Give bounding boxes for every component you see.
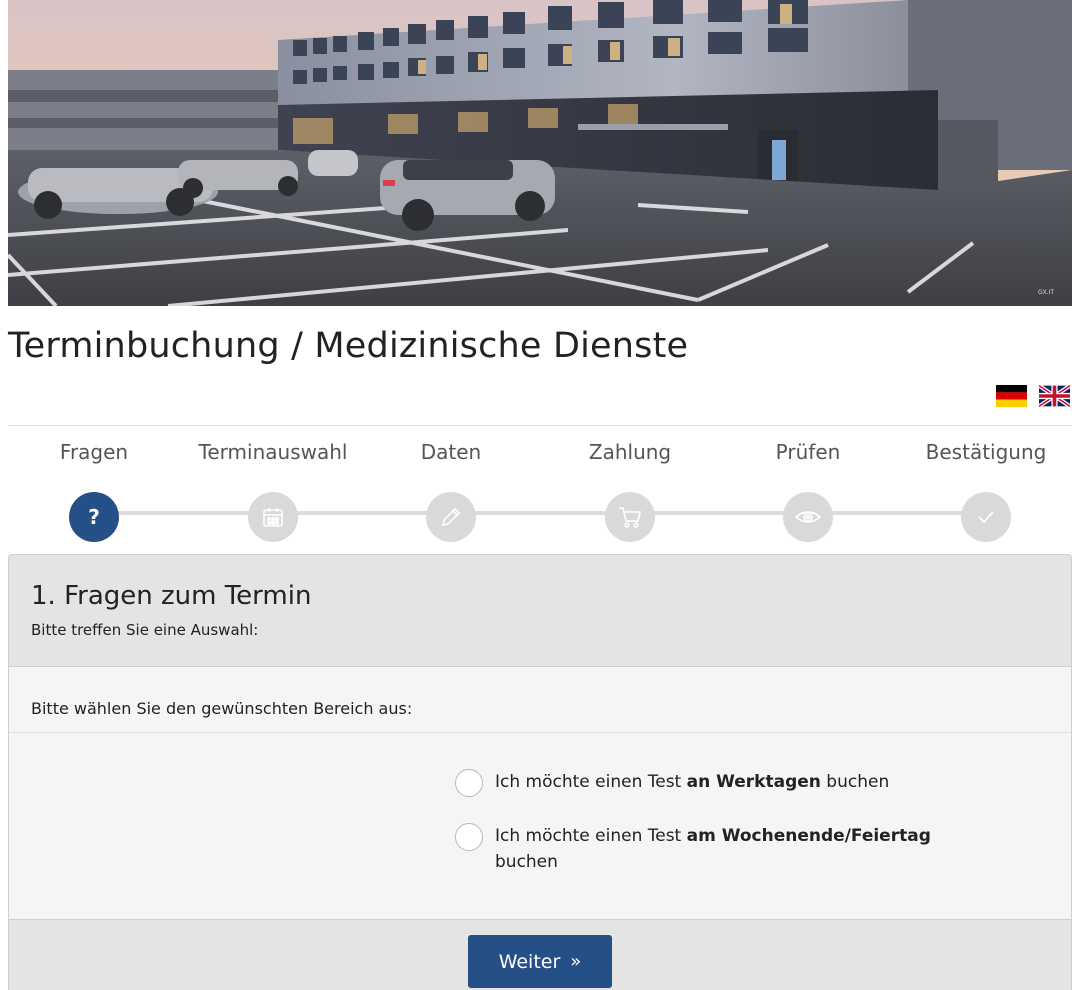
calendar-icon bbox=[248, 492, 298, 542]
step-label: Daten bbox=[420, 440, 482, 464]
next-button[interactable]: Weiter » bbox=[468, 935, 612, 988]
option-label: Ich möchte einen Test am Wochenende/Feie… bbox=[495, 826, 931, 872]
progress-stepper: Fragen ? Terminauswahl Daten Zahlung Prü… bbox=[8, 438, 1072, 542]
panel-title: 1. Fragen zum Termin bbox=[31, 581, 312, 611]
question-icon: ? bbox=[69, 492, 119, 542]
step-pruefen: Prüfen bbox=[718, 438, 898, 542]
panel-footer: Weiter » bbox=[9, 919, 1071, 990]
flag-germany-icon[interactable] bbox=[996, 385, 1027, 407]
divider bbox=[8, 425, 1072, 426]
step-label: Prüfen bbox=[775, 440, 841, 464]
step-terminauswahl: Terminauswahl bbox=[183, 438, 363, 542]
svg-text:GX.IT: GX.IT bbox=[1038, 289, 1054, 296]
cart-icon bbox=[605, 492, 655, 542]
flag-uk-icon[interactable] bbox=[1039, 385, 1070, 407]
option-werktagen[interactable]: Ich möchte einen Test an Werktagen buche… bbox=[455, 769, 1015, 797]
step-label: Fragen bbox=[59, 440, 129, 464]
double-chevron-right-icon: » bbox=[570, 951, 582, 972]
language-switcher bbox=[996, 385, 1070, 407]
step-bestaetigung: Bestätigung bbox=[896, 438, 1076, 542]
hero-image: GX.IT bbox=[8, 0, 1072, 306]
step-label: Terminauswahl bbox=[198, 440, 348, 464]
pencil-icon bbox=[426, 492, 476, 542]
options-group: Ich möchte einen Test an Werktagen buche… bbox=[9, 733, 1071, 920]
next-button-label: Weiter bbox=[498, 950, 561, 973]
section-label: Bitte wählen Sie den gewünschten Bereich… bbox=[9, 667, 1071, 733]
eye-icon bbox=[783, 492, 833, 542]
step-fragen: Fragen ? bbox=[4, 438, 184, 542]
step-zahlung: Zahlung bbox=[540, 438, 720, 542]
option-wochenende[interactable]: Ich möchte einen Test am Wochenende/Feie… bbox=[455, 823, 1015, 875]
radio-button[interactable] bbox=[455, 769, 483, 797]
check-icon bbox=[961, 492, 1011, 542]
option-label: Ich möchte einen Test an Werktagen buche… bbox=[495, 772, 890, 792]
panel-subtitle: Bitte treffen Sie eine Auswahl: bbox=[31, 621, 259, 639]
radio-button[interactable] bbox=[455, 823, 483, 851]
question-panel: 1. Fragen zum Termin Bitte treffen Sie e… bbox=[8, 554, 1072, 990]
step-daten: Daten bbox=[361, 438, 541, 542]
page-title: Terminbuchung / Medizinische Dienste bbox=[8, 326, 689, 366]
step-label: Zahlung bbox=[588, 440, 672, 464]
panel-header: 1. Fragen zum Termin Bitte treffen Sie e… bbox=[9, 555, 1071, 667]
step-label: Bestätigung bbox=[925, 440, 1047, 464]
